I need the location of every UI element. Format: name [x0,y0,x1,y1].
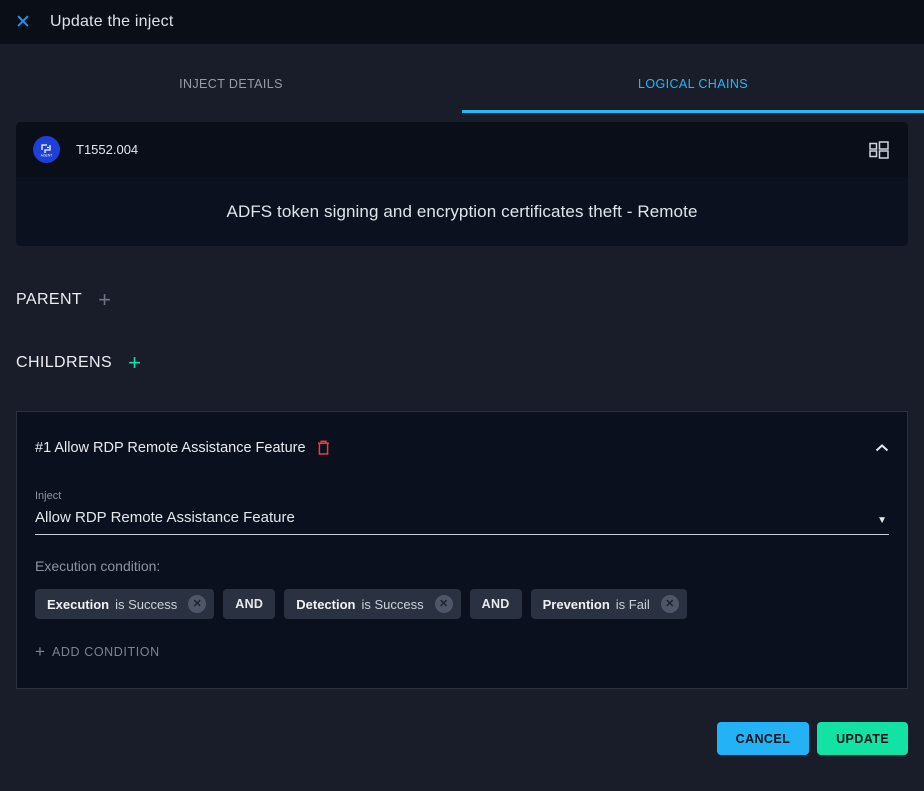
add-parent-button[interactable]: + [98,289,111,311]
inject-card: AGENT T1552.004 ADFS token signing and e… [16,122,908,246]
dialog-title: Update the inject [50,13,173,31]
condition-chips: Execution is Success ✕ AND Detection is … [35,589,889,619]
tab-inject-details[interactable]: INJECT DETAILS [0,58,462,113]
condition-chip: Prevention is Fail ✕ [531,589,687,619]
add-condition-button[interactable]: + ADD CONDITION [35,643,160,660]
condition-value: is Success [115,597,177,612]
dialog-header: ✕ Update the inject [0,0,924,44]
condition-name: Prevention [543,597,610,612]
execution-condition-label: Execution condition: [35,558,889,574]
parent-section: PARENT + [0,289,924,311]
update-button[interactable]: UPDATE [817,722,908,755]
parent-label: PARENT [16,291,82,309]
condition-chip: Detection is Success ✕ [284,589,460,619]
delete-child-icon[interactable] [316,439,331,456]
and-joiner: AND [470,589,522,619]
chevron-down-icon: ▼ [877,515,889,526]
windows-platform-icon [867,139,891,161]
inject-title: ADFS token signing and encryption certif… [16,177,908,246]
inject-card-header: AGENT T1552.004 [16,122,908,177]
chevron-up-icon[interactable] [875,444,889,452]
technique-id: T1552.004 [76,142,851,157]
add-child-button[interactable]: + [128,352,141,374]
remove-condition-icon[interactable]: ✕ [435,595,453,613]
remove-condition-icon[interactable]: ✕ [661,595,679,613]
remove-condition-icon[interactable]: ✕ [188,595,206,613]
child-chain-title: #1 Allow RDP Remote Assistance Feature [35,440,306,456]
child-chain-panel: #1 Allow RDP Remote Assistance Feature I… [16,411,908,689]
inject-select-value: Allow RDP Remote Assistance Feature [35,509,877,526]
update-inject-dialog: ✕ Update the inject INJECT DETAILS LOGIC… [0,0,924,755]
condition-name: Execution [47,597,109,612]
agent-avatar-icon: AGENT [33,136,60,163]
childrens-section: CHILDRENS + [0,352,924,374]
inject-select[interactable]: Allow RDP Remote Assistance Feature ▼ [35,509,889,535]
add-condition-label: ADD CONDITION [52,645,160,659]
close-icon[interactable]: ✕ [12,11,34,33]
condition-value: is Fail [616,597,650,612]
inject-field-label: Inject [35,490,889,502]
childrens-label: CHILDRENS [16,354,112,372]
dialog-footer: CANCEL UPDATE [0,722,908,755]
tab-bar: INJECT DETAILS LOGICAL CHAINS [0,58,924,113]
condition-value: is Success [361,597,423,612]
child-chain-header: #1 Allow RDP Remote Assistance Feature [35,439,889,456]
condition-chip: Execution is Success ✕ [35,589,214,619]
and-joiner: AND [223,589,275,619]
plus-icon: + [35,643,45,660]
cancel-button[interactable]: CANCEL [717,722,809,755]
condition-name: Detection [296,597,355,612]
svg-text:AGENT: AGENT [41,154,53,158]
tab-logical-chains[interactable]: LOGICAL CHAINS [462,58,924,113]
